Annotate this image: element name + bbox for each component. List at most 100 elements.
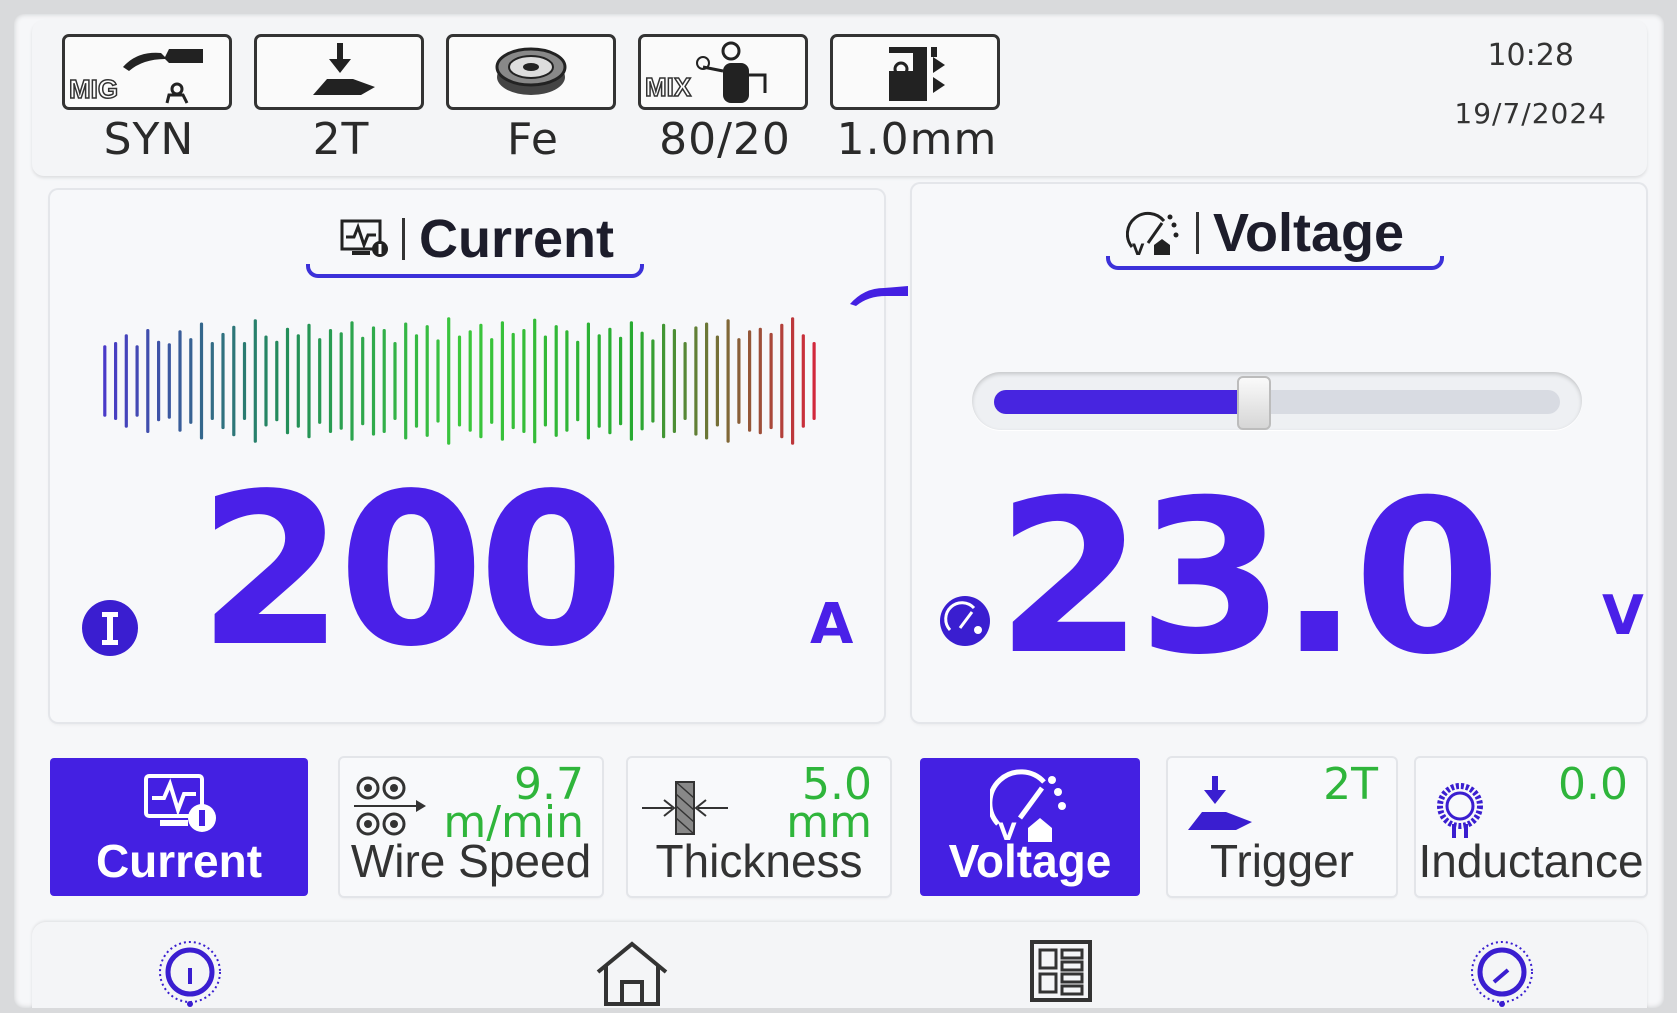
waveform-bar [554,325,558,437]
current-monitor-icon [340,219,388,257]
wire-feed-rollers-icon [354,776,426,836]
trigger-value: 2T [1323,759,1378,810]
waveform-bar [769,332,773,430]
waveform-bar [780,323,784,439]
waveform-bar [576,340,580,422]
waveform-bar [812,342,816,420]
waveform-bar [361,336,365,426]
param-button-current[interactable]: Current [50,758,308,896]
status-box-trigger[interactable] [254,34,424,110]
param-button-trigger[interactable]: 2T Trigger [1168,758,1396,896]
waveform-bar [543,335,547,427]
waveform-bar [307,323,311,439]
waveform-bar [382,329,386,433]
waveform-bar [199,322,204,440]
waveform-bar [425,325,429,437]
status-item-process[interactable]: MIG SYN [62,34,236,165]
waveform-bar [103,345,107,417]
current-unit: A [810,592,854,657]
waveform-bar [436,339,440,423]
waveform-bar [232,325,236,437]
waveform-bar [565,330,569,432]
waveform-bar [479,323,483,439]
waveform-bar [619,336,623,426]
param-button-inductance[interactable]: 0.0 Inductance [1416,758,1646,896]
wire-diameter-icon [889,47,945,101]
waveform-bar [146,329,150,433]
current-value: 200 [198,448,624,693]
status-bar: MIG SYN 2T Fe MIX 80/20 1.0mm 10:28 19/7… [32,20,1647,176]
param-value-thickness: 5.0 mm [786,763,872,845]
status-label-trigger: 2T [312,114,370,165]
waveform-bar [124,334,128,428]
param-button-thickness[interactable]: 5.0 mm Thickness [628,758,890,896]
status-box-gas[interactable]: MIX [638,34,808,110]
waveform-bar [791,317,795,445]
current-panel-header: Current [340,208,614,270]
param-value-wire-speed: 9.7 m/min [443,763,584,845]
param-button-wire-speed[interactable]: 9.7 m/min Wire Speed [340,758,602,896]
waveform-bar [801,334,805,428]
voltage-slider-thumb[interactable] [1237,376,1272,430]
waveform-bar [522,329,526,433]
waveform-bar [511,332,515,430]
status-item-wire-diameter[interactable]: 1.0mm [830,34,1004,165]
waveform-bar [404,322,408,440]
status-box-process[interactable]: MIG [62,34,232,110]
wire-spool-icon [495,47,567,95]
voltage-value: 23.0 [996,454,1501,701]
inductance-value: 0.0 [1558,759,1628,810]
waveform-bar [662,323,666,439]
current-panel-title: Current [419,209,615,269]
status-item-trigger[interactable]: 2T [254,34,428,165]
status-box-text-mig: MIG [68,73,119,105]
svg-text:V: V [1132,240,1145,257]
thickness-icon [642,781,728,835]
menu-grid-icon[interactable] [1028,938,1094,1004]
waveform-bar [447,317,451,445]
waveform-bar [242,342,247,420]
current-header-underline [306,264,644,278]
param-button-voltage[interactable]: V Voltage [920,758,1140,896]
home-icon[interactable] [592,938,672,1008]
voltage-slider[interactable] [972,372,1582,430]
trigger-icon [1188,776,1252,830]
right-knob-icon[interactable] [1468,938,1538,1008]
current-panel[interactable]: Current 200 A [50,190,908,722]
status-label-material: Fe [507,114,559,165]
waveform-bar [318,338,322,424]
waveform-bar [468,330,472,432]
waveform-bar [640,331,644,431]
waveform-bar [393,342,397,420]
voltage-header-separator [1196,212,1199,254]
waveform-bar [457,335,462,427]
waveform-bar [350,321,354,441]
current-header-separator [402,218,405,260]
clock-time: 10:28 [1487,38,1574,73]
status-label-wire-diameter: 1.0mm [836,114,998,165]
waveform-bar [748,330,752,432]
torch-icon [850,286,908,306]
waveform-bar [414,334,419,428]
status-item-material[interactable]: Fe [446,34,620,165]
voltage-panel[interactable]: V Voltage 23.0 V [912,184,1646,722]
waveform-bar [189,338,193,424]
voltage-gauge-icon: V [990,769,1066,844]
status-box-material[interactable] [446,34,616,110]
waveform-bar [371,326,376,436]
status-box-wire-diameter[interactable] [830,34,1000,110]
bottom-nav-bar [32,922,1647,1008]
voltage-slider-fill [994,390,1255,414]
waveform-bar [210,342,214,420]
waveform-bar [275,340,279,422]
left-knob-icon[interactable] [156,938,226,1008]
status-item-gas[interactable]: MIX 80/20 [638,34,812,165]
trigger-icon [313,43,375,95]
waveform-bar [490,338,494,424]
waveform-bar [586,322,590,440]
welder-screen: MIG SYN 2T Fe MIX 80/20 1.0mm 10:28 19/7… [14,14,1664,1008]
waveform-bar [651,339,655,423]
status-box-text-mix: MIX [644,71,692,103]
arc-waveform [103,317,816,445]
waveform-bar [135,345,139,417]
